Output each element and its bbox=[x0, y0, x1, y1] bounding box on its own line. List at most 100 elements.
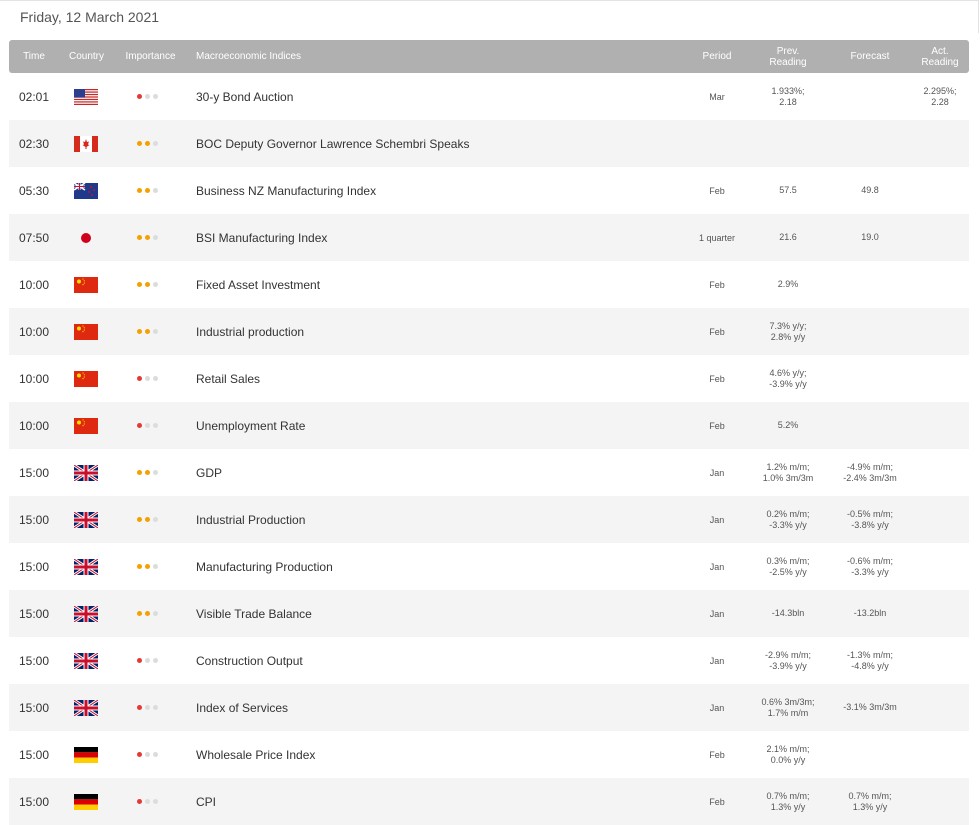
event-name[interactable]: Business NZ Manufacturing Index bbox=[196, 167, 376, 214]
germany-flag-icon bbox=[74, 731, 98, 778]
importance-dot bbox=[153, 752, 158, 757]
header-actual-reading[interactable]: Act. Reading bbox=[911, 40, 969, 73]
event-name[interactable]: Industrial Production bbox=[196, 496, 305, 543]
table-row[interactable]: 10:00 Unemployment Rate Feb 5.2% bbox=[9, 402, 969, 449]
importance-dot bbox=[137, 564, 142, 569]
event-name[interactable]: 30-y Bond Auction bbox=[196, 73, 293, 120]
importance-dot bbox=[145, 423, 150, 428]
importance-indicator bbox=[137, 120, 158, 167]
importance-dot bbox=[153, 658, 158, 663]
actual-reading bbox=[911, 261, 969, 308]
importance-indicator bbox=[137, 214, 158, 261]
table-row[interactable]: 15:00 Construction Output Jan -2.9% m/m; -3… bbox=[9, 637, 969, 684]
importance-dot bbox=[153, 517, 158, 522]
actual-reading bbox=[911, 402, 969, 449]
table-row[interactable]: 02:30 BOC Deputy Governor Lawrence Schemb… bbox=[9, 120, 969, 167]
event-time: 07:50 bbox=[19, 230, 50, 245]
header-prev-reading[interactable]: Prev. Reading bbox=[749, 40, 827, 73]
table-row[interactable]: 10:00 Industrial production Feb 7.3% y/y; 2… bbox=[9, 308, 969, 355]
actual-reading bbox=[911, 120, 969, 167]
previous-reading: 21.6 bbox=[779, 232, 797, 242]
event-name[interactable]: Unemployment Rate bbox=[196, 402, 305, 449]
forecast-value bbox=[829, 402, 911, 449]
event-time: 10:00 bbox=[19, 324, 50, 339]
importance-dot bbox=[153, 141, 158, 146]
event-name[interactable]: Index of Services bbox=[196, 684, 288, 731]
header-time[interactable]: Time bbox=[9, 40, 59, 73]
table-row[interactable]: 15:00 Industrial Production Jan 0.2% m/m; -… bbox=[9, 496, 969, 543]
event-name[interactable]: Construction Output bbox=[196, 637, 303, 684]
header-period[interactable]: Period bbox=[681, 40, 753, 73]
actual-reading bbox=[911, 637, 969, 684]
header-forecast[interactable]: Forecast bbox=[829, 40, 911, 73]
event-period: Feb bbox=[709, 749, 725, 760]
event-name[interactable]: Fixed Asset Investment bbox=[196, 261, 320, 308]
previous-reading: -14.3bln bbox=[771, 608, 805, 618]
table-body: 02:01 30-y Bond Auction Mar 1.933%; 2.18 2.2… bbox=[9, 73, 969, 825]
event-name[interactable]: BOC Deputy Governor Lawrence Schembri Sp… bbox=[196, 120, 469, 167]
uk-flag-icon bbox=[74, 590, 98, 637]
importance-dot bbox=[153, 329, 158, 334]
importance-indicator bbox=[137, 543, 158, 590]
actual-reading bbox=[911, 214, 969, 261]
previous-reading: 4.6% y/y; -3.9% y/y bbox=[769, 367, 807, 389]
actual-reading bbox=[911, 496, 969, 543]
actual-reading bbox=[911, 355, 969, 402]
importance-dot bbox=[153, 282, 158, 287]
event-time: 15:00 bbox=[19, 747, 50, 762]
table-row[interactable]: 10:00 Retail Sales Feb 4.6% y/y; -3.9% y/y bbox=[9, 355, 969, 402]
previous-reading: -2.9% m/m; -3.9% y/y bbox=[764, 649, 811, 671]
header-importance[interactable]: Importance bbox=[114, 40, 187, 73]
importance-dot bbox=[153, 611, 158, 616]
event-name[interactable]: CPI bbox=[196, 778, 216, 825]
table-row[interactable]: 02:01 30-y Bond Auction Mar 1.933%; 2.18 2.2… bbox=[9, 73, 969, 120]
importance-dot bbox=[153, 423, 158, 428]
forecast-value bbox=[829, 261, 911, 308]
importance-dot bbox=[137, 235, 142, 240]
event-name[interactable]: Wholesale Price Index bbox=[196, 731, 315, 778]
importance-dot bbox=[145, 564, 150, 569]
event-name[interactable]: BSI Manufacturing Index bbox=[196, 214, 327, 261]
previous-reading: 0.6% 3m/3m; 1.7% m/m bbox=[761, 696, 815, 718]
header-indices[interactable]: Macroeconomic Indices bbox=[196, 40, 301, 73]
event-name[interactable]: GDP bbox=[196, 449, 222, 496]
table-row[interactable]: 15:00 Visible Trade Balance Jan -14.3bln -13… bbox=[9, 590, 969, 637]
importance-dot bbox=[137, 376, 142, 381]
table-row[interactable]: 15:00 CPI Feb 0.7% m/m; 1.3% y/y 0.7% m/m; 1… bbox=[9, 778, 969, 825]
table-row[interactable]: 10:00 Fixed Asset Investment Feb 2.9% bbox=[9, 261, 969, 308]
event-period bbox=[681, 120, 753, 167]
event-name[interactable]: Manufacturing Production bbox=[196, 543, 333, 590]
importance-dot bbox=[145, 141, 150, 146]
importance-dot bbox=[137, 799, 142, 804]
event-time: 02:30 bbox=[19, 136, 50, 151]
importance-dot bbox=[137, 517, 142, 522]
event-period: Feb bbox=[709, 185, 725, 196]
forecast-value bbox=[829, 355, 911, 402]
importance-dot bbox=[137, 282, 142, 287]
importance-dot bbox=[145, 705, 150, 710]
previous-reading: 57.5 bbox=[779, 185, 797, 195]
event-name[interactable]: Industrial production bbox=[196, 308, 304, 355]
importance-dot bbox=[153, 188, 158, 193]
importance-dot bbox=[153, 94, 158, 99]
importance-dot bbox=[145, 188, 150, 193]
table-row[interactable]: 15:00 GDP Jan 1.2% m/m; 1.0% 3m/3m -4.9% m/m… bbox=[9, 449, 969, 496]
event-period: Feb bbox=[709, 796, 725, 807]
table-row[interactable]: 05:30 Business NZ Manufacturing Index Feb 5… bbox=[9, 167, 969, 214]
importance-dot bbox=[145, 470, 150, 475]
importance-dot bbox=[137, 470, 142, 475]
event-name[interactable]: Visible Trade Balance bbox=[196, 590, 312, 637]
table-row[interactable]: 15:00 Wholesale Price Index Feb 2.1% m/m; 0… bbox=[9, 731, 969, 778]
table-row[interactable]: 15:00 Manufacturing Production Jan 0.3% m/m… bbox=[9, 543, 969, 590]
china-flag-icon bbox=[74, 355, 98, 402]
event-period: Feb bbox=[709, 420, 725, 431]
header-country[interactable]: Country bbox=[59, 40, 114, 73]
table-row[interactable]: 07:50 BSI Manufacturing Index 1 quarter 21.… bbox=[9, 214, 969, 261]
china-flag-icon bbox=[74, 402, 98, 449]
table-row[interactable]: 15:00 Index of Services Jan 0.6% 3m/3m; 1.7… bbox=[9, 684, 969, 731]
event-period: Jan bbox=[709, 655, 725, 666]
importance-dot bbox=[137, 329, 142, 334]
economic-calendar: Friday, 12 March 2021 Time Country Impor… bbox=[0, 0, 980, 825]
event-period: 1 quarter bbox=[698, 232, 736, 243]
event-name[interactable]: Retail Sales bbox=[196, 355, 260, 402]
